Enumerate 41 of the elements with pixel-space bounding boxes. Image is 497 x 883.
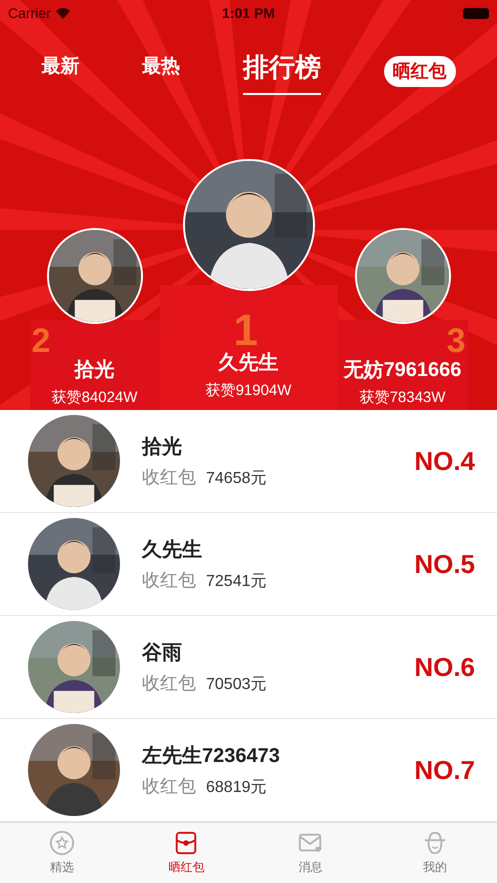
amount-value: 68819元 (206, 778, 266, 798)
likes-count: 获赞78343W (360, 388, 446, 408)
nav-tab[interactable]: 最新 (41, 52, 80, 90)
bottom-tab[interactable]: 晒红包 (124, 823, 248, 883)
nav-tab[interactable]: 排行榜 (242, 48, 321, 94)
rank-number: 1 (234, 309, 258, 353)
amount-label: 收红包 (142, 672, 196, 694)
bottom-tab[interactable]: 消息 (248, 823, 373, 883)
rank-number: 2 (32, 324, 50, 358)
winner-name: 久先生 (218, 351, 278, 376)
winner-name: 无妨7961666 (344, 358, 462, 383)
user-name: 拾光 (142, 434, 183, 460)
ranking-row[interactable]: 拾光 收红包 74658元 NO.4 (0, 410, 497, 513)
winner-name: 拾光 (74, 358, 114, 383)
rank-label: NO.4 (414, 444, 475, 478)
nav-tab[interactable]: 最热 (142, 52, 180, 90)
rank-label: NO.7 (414, 754, 475, 786)
ranking-row[interactable]: 谷雨 收红包 70503元 NO.6 (0, 616, 497, 719)
bottom-tab[interactable]: 精选 (0, 823, 124, 883)
amount-label: 收红包 (142, 466, 196, 488)
bottom-tab[interactable]: 我的 (372, 823, 497, 883)
ranking-row[interactable]: 久先生 收红包 72541元 NO.5 (0, 513, 497, 616)
battery-icon (463, 8, 489, 18)
amount-value: 70503元 (206, 674, 266, 694)
carrier-label: Carrier (8, 4, 51, 22)
user-name: 久先生 (142, 538, 203, 562)
rank-label: NO.5 (414, 548, 475, 580)
rank-number: 3 (446, 324, 466, 358)
likes-count: 获赞91904W (206, 381, 292, 401)
post-packet-button[interactable]: 晒红包 (384, 56, 456, 86)
rank-label: NO.6 (414, 650, 475, 684)
amount-label: 收红包 (142, 568, 196, 592)
user-name: 左先生7236473 (142, 744, 281, 768)
ranking-row[interactable]: 左先生7236473 收红包 68819元 NO.7 (0, 719, 497, 822)
likes-count: 获赞84024W (52, 388, 138, 408)
amount-label: 收红包 (142, 774, 196, 798)
status-time: 1:01 PM (221, 4, 276, 22)
user-name: 谷雨 (142, 640, 183, 666)
amount-value: 72541元 (206, 572, 266, 592)
amount-value: 74658元 (206, 468, 266, 488)
wifi-icon (54, 7, 71, 19)
